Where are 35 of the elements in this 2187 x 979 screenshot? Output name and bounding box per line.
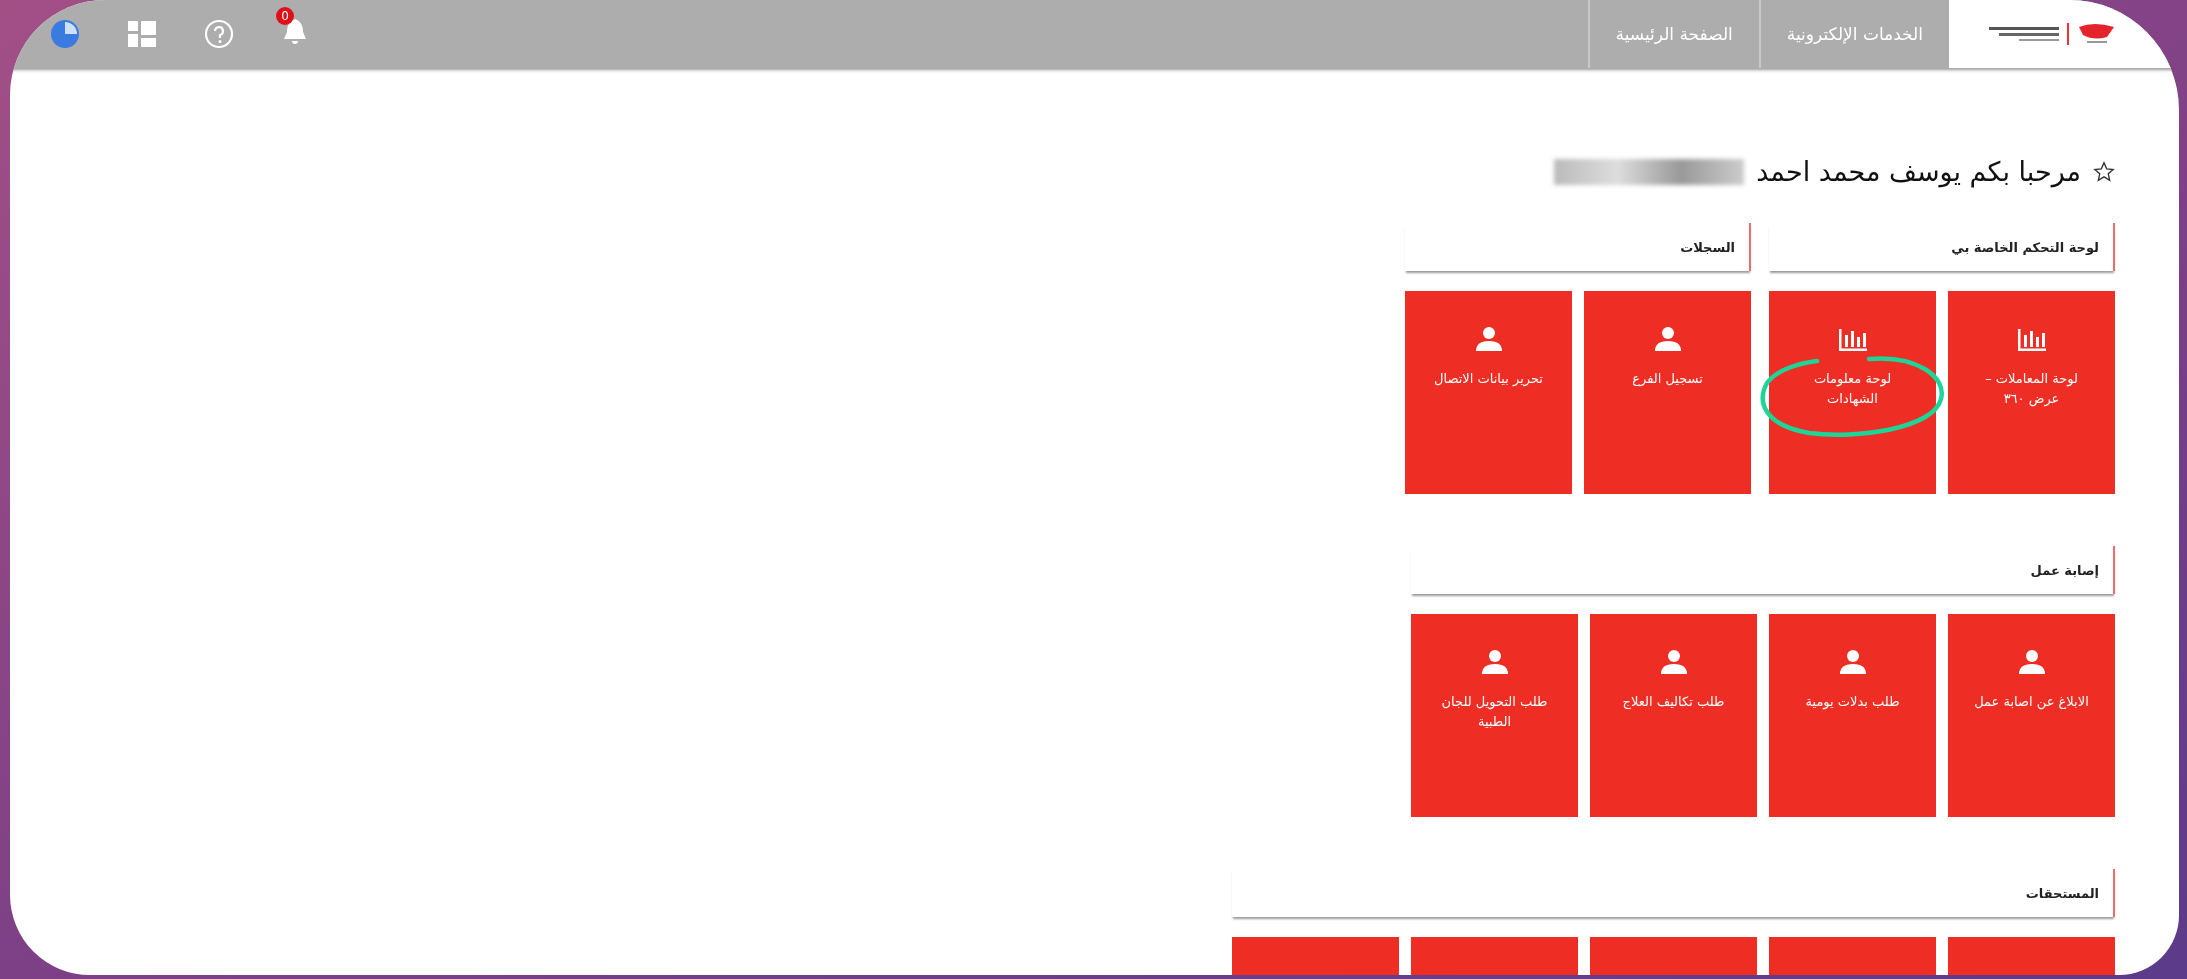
service-tile[interactable]: تحرير بيانات الاتصال — [1405, 291, 1572, 494]
person-icon — [1481, 650, 1508, 674]
tile-label: طلب تكاليف العلاج — [1621, 693, 1726, 711]
tile-label: طلب بدلات يومية — [1804, 693, 1901, 712]
person-icon — [1660, 650, 1687, 674]
service-tile[interactable]: تسجيل الفرع — [1584, 291, 1751, 494]
help-icon[interactable] — [204, 19, 234, 49]
service-tile[interactable]: الابلاغ عن اصابة عمل — [1948, 614, 2115, 817]
person-icon — [1654, 327, 1681, 351]
section-header: لوحة التحكم الخاصة بي — [1769, 223, 2115, 271]
nav-tab[interactable]: الخدمات الإلكترونية — [1758, 0, 1949, 68]
star-icon[interactable] — [2093, 160, 2115, 183]
bar-chart-icon — [1838, 327, 1867, 351]
service-tile[interactable]: لوحة معلومات الشهادات — [1769, 291, 1936, 494]
section-header: المستحقات — [1232, 869, 2115, 917]
dashboard-icon[interactable] — [128, 21, 156, 47]
tile-label: الابلاغ عن اصابة عمل — [1973, 693, 2090, 712]
service-tile[interactable]: طلب التحويل للجان الطبية — [1411, 614, 1578, 817]
tile-label: لوحة المعاملات – عرض ٣٦٠ — [1984, 370, 2079, 409]
notification-badge: 0 — [276, 7, 294, 25]
nav-tab[interactable]: الصفحة الرئيسية — [1587, 0, 1759, 68]
service-tile[interactable]: لوحة المعاملات – عرض ٣٦٠ — [1948, 291, 2115, 494]
bar-chart-icon — [2017, 327, 2046, 351]
tile-label: تحرير بيانات الاتصال — [1433, 370, 1544, 389]
section-header: إصابة عمل — [1411, 546, 2115, 594]
person-icon — [1839, 650, 1866, 674]
welcome-heading: مرحبا بكم يوسف محمد احمد — [1756, 156, 2081, 187]
tile-label: تسجيل الفرع — [1631, 370, 1704, 388]
service-tile[interactable]: طلب تكاليف العلاج — [1590, 614, 1757, 817]
person-icon — [1475, 327, 1502, 351]
service-tile[interactable]: طلب بدلات يومية — [1769, 614, 1936, 817]
person-icon — [2018, 650, 2045, 674]
tile-label: طلب التحويل للجان الطبية — [1440, 693, 1549, 732]
tile-label: لوحة معلومات الشهادات — [1812, 370, 1893, 409]
section-header: السجلات — [1405, 223, 1751, 271]
